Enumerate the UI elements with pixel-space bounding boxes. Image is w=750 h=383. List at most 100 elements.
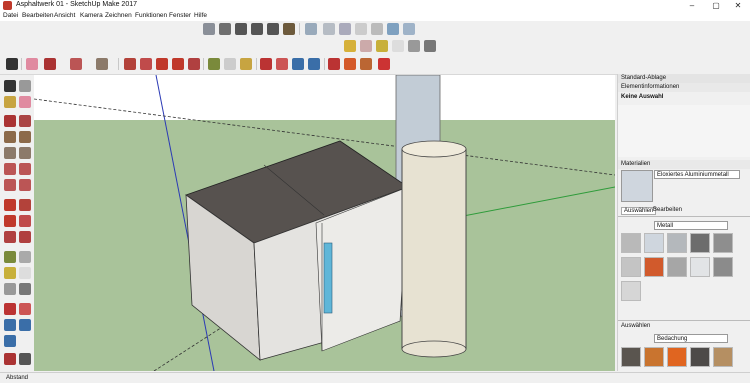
material-swatch[interactable] [644,233,664,253]
wireframe-icon[interactable] [339,23,351,35]
material-swatch[interactable] [621,281,641,301]
arc-tool-icon[interactable] [4,163,16,175]
tab-edit[interactable]: Bearbeiten [651,207,684,213]
3d-text-tool-icon[interactable] [19,283,31,295]
move-icon[interactable] [156,58,168,70]
axes-tool-icon[interactable] [4,283,16,295]
material-swatch[interactable] [621,233,641,253]
look-around-icon[interactable] [19,353,31,365]
menu-ansicht[interactable]: Ansicht [54,12,75,19]
maximize-icon[interactable]: ▢ [704,0,728,11]
tape-measure-icon[interactable] [344,40,356,52]
arc-icon[interactable] [70,58,82,70]
menu-funktionen[interactable]: Funktionen [135,12,167,19]
polygon-icon[interactable] [19,147,31,159]
material-swatch[interactable] [713,257,733,277]
rectangle-icon[interactable] [4,131,16,143]
circle-icon[interactable] [4,147,16,159]
secondary-library-select[interactable]: Bedachung [654,334,728,343]
right-view-icon[interactable] [251,23,263,35]
material-library-select[interactable]: Metall [654,221,728,230]
materials-header[interactable]: Materialien [618,160,750,169]
material-swatch[interactable] [644,257,664,277]
line-tool-icon[interactable] [4,115,16,127]
material-swatch[interactable] [667,233,687,253]
extension-manager-icon[interactable] [378,58,390,70]
close-icon[interactable]: ✕ [726,0,750,11]
shape-icon[interactable] [96,58,108,70]
rotate-tool-icon[interactable] [4,215,16,227]
menu-datei[interactable]: Datei [3,12,18,19]
text-tool-icon[interactable] [224,58,236,70]
menu-bearbeiten[interactable]: Bearbeiten [22,12,53,19]
offset-icon[interactable] [19,231,31,243]
text-icon[interactable] [392,40,404,52]
material-swatch[interactable] [690,347,710,367]
back-view-icon[interactable] [267,23,279,35]
eraser-icon[interactable] [26,58,38,70]
component-icon[interactable] [19,80,31,92]
protractor-tool-icon[interactable] [4,267,16,279]
push-pull-icon[interactable] [124,58,136,70]
orbit-tool-icon[interactable] [4,303,16,315]
material-swatch[interactable] [621,257,641,277]
shaded-icon[interactable] [371,23,383,35]
material-swatch[interactable] [667,257,687,277]
shaded-textures-icon[interactable] [387,23,399,35]
menu-fenster[interactable]: Fenster [169,12,191,19]
pan-icon[interactable] [276,58,288,70]
move-tool-icon[interactable] [4,199,16,211]
monochrome-icon[interactable] [403,23,415,35]
back-edges-icon[interactable] [323,23,335,35]
zoom-tool-icon[interactable] [4,319,16,331]
top-view-icon[interactable] [219,23,231,35]
follow-me-icon[interactable] [140,58,152,70]
3d-text-icon[interactable] [424,40,436,52]
dimension-tool-icon[interactable] [19,251,31,263]
material-name-field[interactable]: Eloxiertes Aluminiummetall [654,170,740,179]
material-swatch[interactable] [667,347,687,367]
two-point-arc-icon[interactable] [19,163,31,175]
position-camera-icon[interactable] [4,353,16,365]
select-tool-icon[interactable] [4,80,16,92]
menu-zeichnen[interactable]: Zeichnen [105,12,132,19]
zoom-window-icon[interactable] [19,319,31,331]
rotate-icon[interactable] [172,58,184,70]
push-pull-tool-icon[interactable] [19,199,31,211]
protractor-icon[interactable] [376,40,388,52]
material-swatch[interactable] [644,347,664,367]
menu-hilfe[interactable]: Hilfe [194,12,207,19]
tape-tool-icon[interactable] [4,251,16,263]
eraser-tool-icon[interactable] [19,96,31,108]
hidden-line-icon[interactable] [355,23,367,35]
front-view-icon[interactable] [235,23,247,35]
zoom-icon[interactable] [292,58,304,70]
model-viewport[interactable] [34,75,615,371]
follow-me-tool-icon[interactable] [19,215,31,227]
xray-icon[interactable] [305,23,317,35]
minimize-icon[interactable]: – [680,0,704,11]
extension-warehouse-icon[interactable] [344,58,356,70]
select-icon[interactable] [6,58,18,70]
paint-bucket-icon[interactable] [240,58,252,70]
share-model-icon[interactable] [360,58,372,70]
pie-icon[interactable] [19,179,31,191]
line-icon[interactable] [44,58,56,70]
scale-tool-icon[interactable] [4,231,16,243]
three-point-arc-icon[interactable] [4,179,16,191]
warehouse-icon[interactable] [328,58,340,70]
paint-icon[interactable] [4,96,16,108]
axes-icon[interactable] [408,40,420,52]
orbit-icon[interactable] [260,58,272,70]
zoom-extents-tool-icon[interactable] [4,335,16,347]
freehand-icon[interactable] [19,115,31,127]
material-swatch[interactable] [713,233,733,253]
material-swatch[interactable] [713,347,733,367]
rotated-rectangle-icon[interactable] [19,131,31,143]
tape-icon[interactable] [208,58,220,70]
dimension-icon[interactable] [360,40,372,52]
scale-icon[interactable] [188,58,200,70]
left-view-icon[interactable] [283,23,295,35]
pan-tool-icon[interactable] [19,303,31,315]
material-swatch[interactable] [690,233,710,253]
